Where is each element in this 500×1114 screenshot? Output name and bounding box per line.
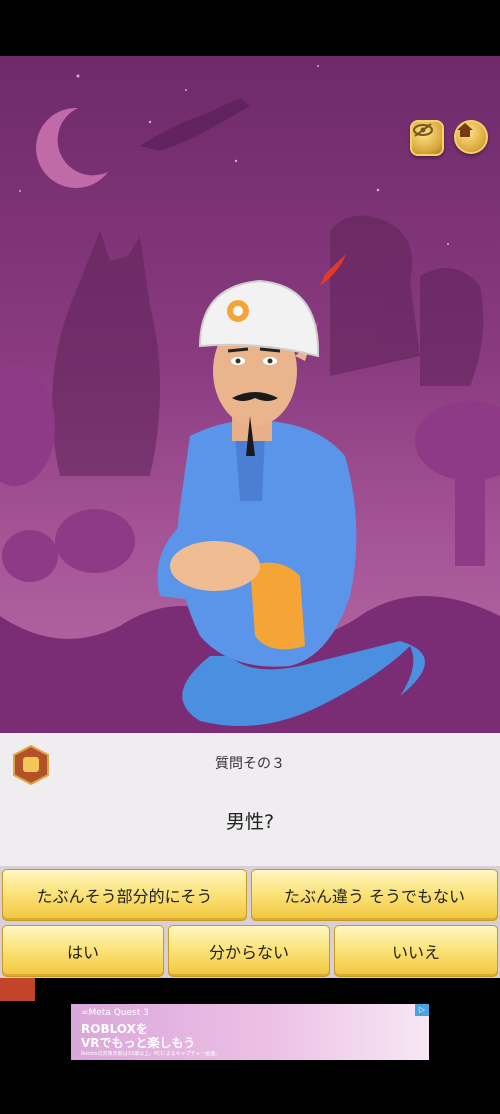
question-panel: 質問その３ 男性?	[0, 733, 500, 866]
progress-fill	[0, 978, 35, 1001]
status-bar	[0, 0, 500, 56]
home-icon	[457, 123, 473, 137]
moon-shape	[36, 107, 109, 188]
ad-brand: ∞Meta Quest 3	[81, 1008, 149, 1018]
hide-button[interactable]	[410, 120, 444, 156]
eye-slash-icon	[413, 123, 433, 137]
ad-fine-print: Robloxの対象年齢は13歳以上。PCによるキャプチャー画面。	[81, 1051, 221, 1057]
question-text: 男性?	[225, 811, 275, 833]
akinator-illustration	[0, 65, 500, 733]
question-number: 質問その３	[215, 756, 285, 772]
answer-dont-know-button[interactable]: 分からない	[168, 925, 330, 977]
answer-no-button[interactable]: いいえ	[334, 925, 498, 977]
home-button[interactable]	[454, 120, 488, 154]
answer-probably-button[interactable]: たぶんそう部分的にそう	[2, 869, 247, 921]
navigation-bar	[0, 1064, 500, 1114]
answer-probably-not-button[interactable]: たぶん違う そうでもない	[251, 869, 498, 921]
progress-track	[0, 978, 500, 1001]
ad-choices-icon[interactable]: ▷	[415, 1004, 429, 1016]
answer-yes-button[interactable]: はい	[2, 925, 164, 977]
answer-buttons: たぶんそう部分的にそう たぶん違う そうでもない はい 分からない いいえ	[0, 866, 500, 978]
ad-banner[interactable]: ∞Meta Quest 3 ROBLOXを VRでもっと楽しもう Robloxの…	[71, 1004, 429, 1060]
game-scene	[0, 56, 500, 733]
ad-subheadline: VRでもっと楽しもう	[81, 1036, 196, 1050]
